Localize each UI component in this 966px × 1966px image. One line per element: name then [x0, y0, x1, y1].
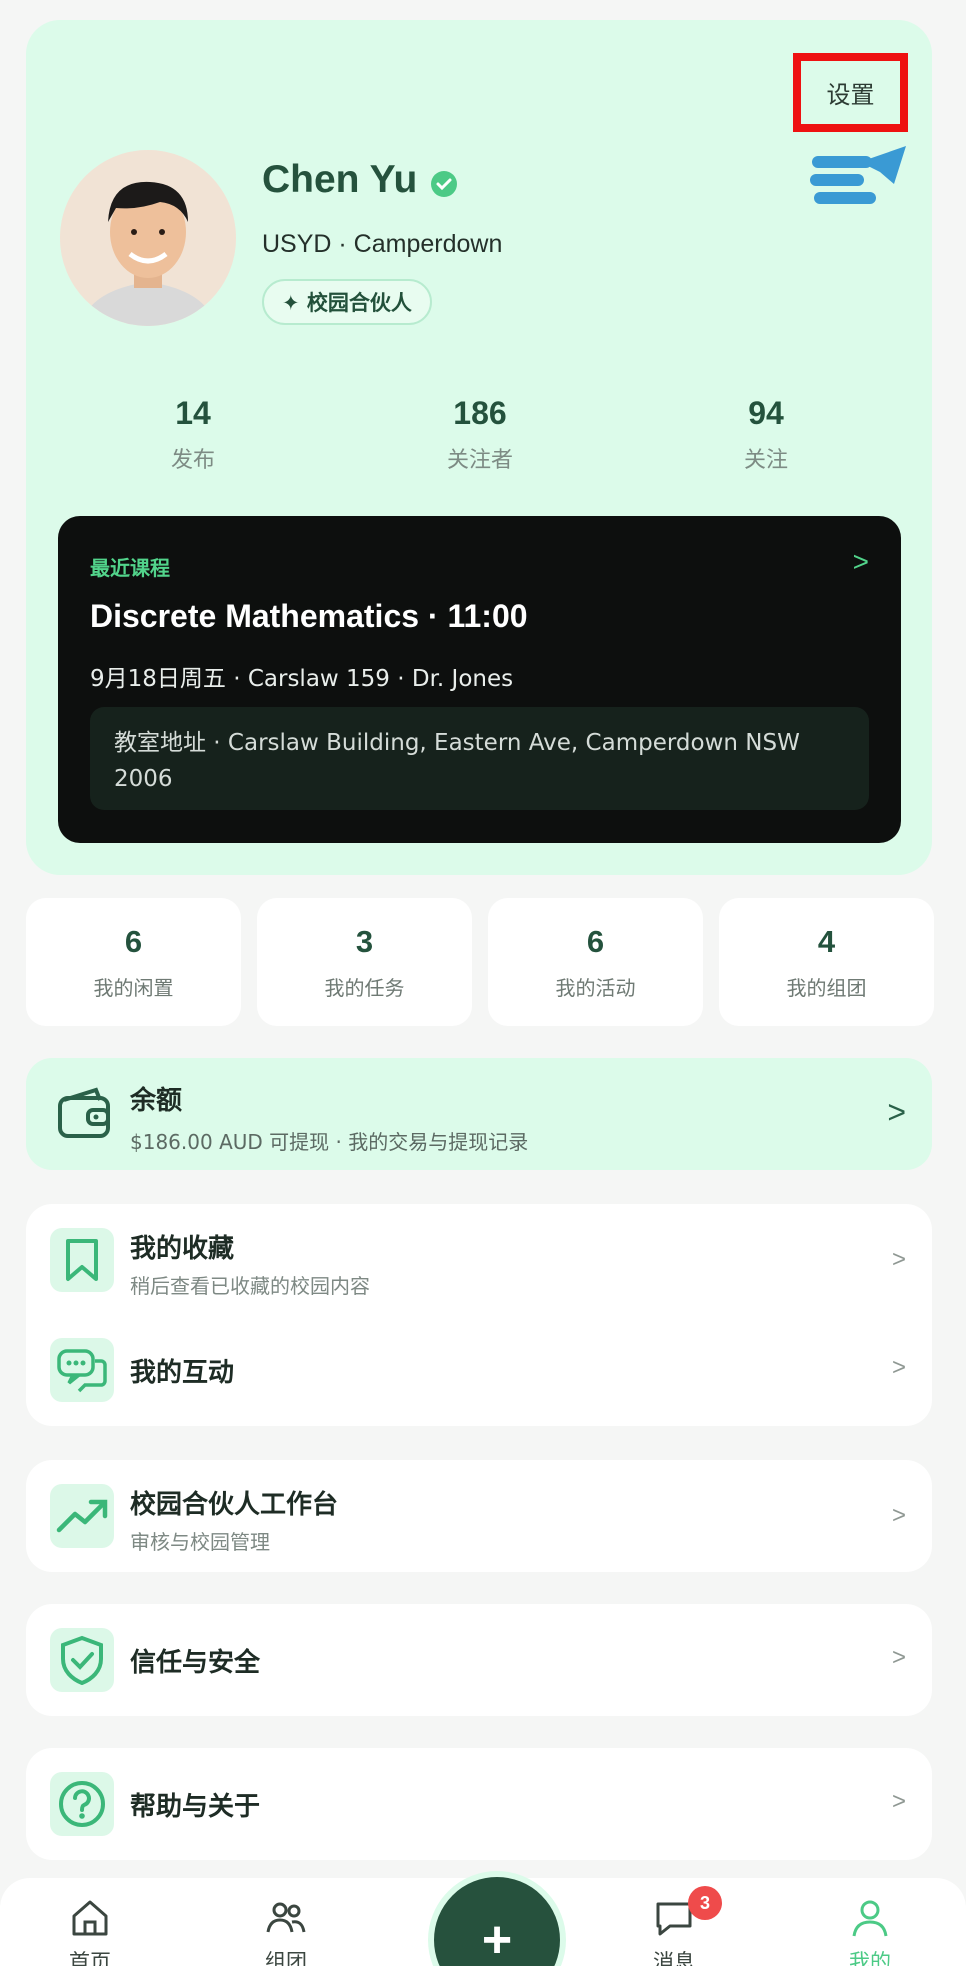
quick-label: 我的闲置 — [93, 976, 174, 1000]
wallet-icon — [58, 1087, 110, 1138]
trending-up-icon — [50, 1484, 114, 1548]
nav-label: 组团 — [265, 1950, 307, 1966]
user-icon — [852, 1900, 888, 1937]
shield-check-icon — [50, 1628, 114, 1692]
quick-tile-activities[interactable]: 6 我的活动 — [488, 898, 703, 1026]
menu-subtitle: 审核与校园管理 — [130, 1530, 270, 1554]
user-school: USYD · Camperdown — [262, 230, 503, 258]
unread-badge: 3 — [688, 1886, 722, 1920]
quick-label: 我的任务 — [324, 976, 405, 1000]
menu-title: 我的收藏 — [130, 1234, 235, 1264]
users-icon — [266, 1902, 306, 1933]
stat-following[interactable]: 94 关注 — [666, 395, 866, 474]
course-title: Discrete Mathematics · 11:00 — [90, 598, 528, 634]
quick-label: 我的活动 — [555, 976, 636, 1000]
help-circle-icon — [50, 1772, 114, 1836]
avatar[interactable] — [60, 150, 236, 326]
menu-title: 校园合伙人工作台 — [130, 1490, 339, 1520]
menu-item-help-about[interactable]: 帮助与关于 > — [26, 1748, 932, 1860]
bookmark-icon — [50, 1228, 114, 1292]
menu-title: 信任与安全 — [130, 1648, 261, 1678]
chevron-right-icon: > — [891, 1502, 906, 1529]
stat-label: 发布 — [170, 448, 215, 473]
menu-card-collections: 我的收藏 稍后查看已收藏的校园内容 > 我的互动 > — [26, 1204, 932, 1426]
menu-title: 我的互动 — [130, 1358, 235, 1388]
chevron-right-icon: > — [891, 1246, 906, 1273]
balance-subtitle: $186.00 AUD 可提现 · 我的交易与提现记录 — [130, 1130, 529, 1154]
nav-home[interactable]: 首页 — [30, 1896, 150, 1966]
chevron-right-icon[interactable]: > — [887, 1094, 906, 1131]
recent-course-card[interactable]: 最近课程 > Discrete Mathematics · 11:00 9月18… — [58, 516, 901, 843]
nav-label: 首页 — [69, 1950, 111, 1966]
quick-tile-idle[interactable]: 6 我的闲置 — [26, 898, 241, 1026]
menu-title: 帮助与关于 — [130, 1792, 261, 1822]
brand-logo-icon — [810, 146, 906, 204]
chat-bubbles-icon — [50, 1338, 114, 1402]
quick-value: 6 — [124, 924, 143, 959]
chevron-right-icon[interactable]: > — [853, 546, 869, 578]
menu-item-trust-safety[interactable]: 信任与安全 > — [26, 1604, 932, 1716]
menu-item-partner-workspace[interactable]: 校园合伙人工作台 审核与校园管理 > — [26, 1460, 932, 1572]
nav-groups[interactable]: 组团 — [226, 1896, 346, 1966]
quick-label: 我的组团 — [786, 976, 867, 1000]
nav-label: 我的 — [849, 1950, 891, 1966]
stat-label: 关注者 — [446, 448, 513, 473]
nav-me[interactable]: 我的 — [810, 1896, 930, 1966]
menu-subtitle: 稍后查看已收藏的校园内容 — [130, 1274, 370, 1298]
verified-check-icon — [431, 171, 457, 197]
chevron-right-icon: > — [891, 1788, 906, 1815]
stat-followers[interactable]: 186 关注者 — [380, 395, 580, 474]
stat-value: 14 — [175, 395, 211, 431]
stat-label: 关注 — [743, 448, 788, 473]
campus-partner-badge[interactable]: ✦ 校园合伙人 — [262, 279, 432, 325]
menu-item-favorites[interactable]: 我的收藏 稍后查看已收藏的校园内容 > — [26, 1204, 932, 1316]
quick-tile-groups[interactable]: 4 我的组团 — [719, 898, 934, 1026]
stat-value: 94 — [748, 395, 784, 431]
course-tag: 最近课程 — [90, 556, 170, 580]
chevron-right-icon: > — [891, 1354, 906, 1381]
quick-value: 4 — [817, 924, 836, 959]
quick-value: 6 — [586, 924, 605, 959]
stat-value: 186 — [453, 395, 507, 431]
settings-button[interactable]: 设置 — [793, 53, 908, 132]
nav-label: 消息 — [653, 1950, 695, 1966]
stat-posts[interactable]: 14 发布 — [93, 395, 293, 474]
course-meta: 9月18日周五 · Carslaw 159 · Dr. Jones — [90, 666, 514, 692]
balance-card[interactable]: 余额 $186.00 AUD 可提现 · 我的交易与提现记录 > — [26, 1058, 932, 1170]
balance-title: 余额 — [130, 1086, 183, 1116]
menu-item-interactions[interactable]: 我的互动 > — [26, 1314, 932, 1426]
home-icon — [72, 1900, 108, 1936]
quick-value: 3 — [355, 924, 374, 959]
course-address: 教室地址 · Carslaw Building, Eastern Ave, Ca… — [90, 707, 869, 810]
user-name: Chen Yu — [262, 158, 418, 201]
quick-tile-tasks[interactable]: 3 我的任务 — [257, 898, 472, 1026]
chevron-right-icon: > — [891, 1644, 906, 1671]
